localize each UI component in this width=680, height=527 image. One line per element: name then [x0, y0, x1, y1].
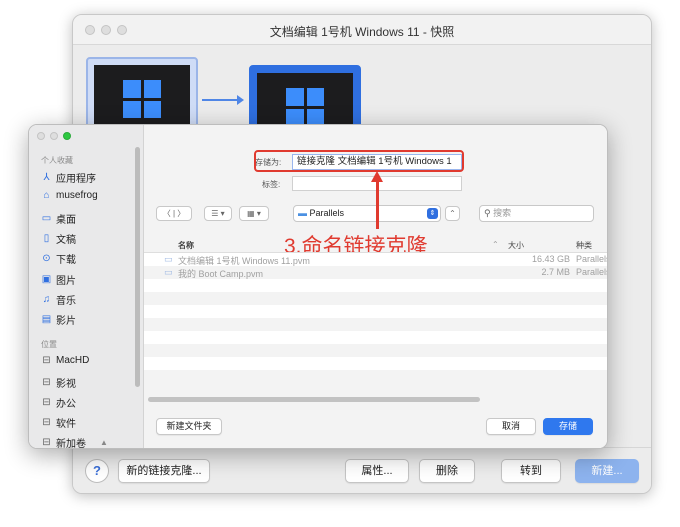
downloads-icon: ⊙	[42, 253, 51, 264]
save-button[interactable]: 存储	[543, 418, 593, 435]
sidebar-item-applications[interactable]: ⅄ 应用程序	[41, 170, 96, 186]
file-list-header: 名称 ⌃ 大小 种类	[144, 235, 607, 253]
search-input[interactable]: ⚲ 搜索	[479, 205, 594, 222]
delete-button[interactable]: 删除	[419, 459, 475, 483]
movies-icon: ▤	[41, 314, 52, 325]
folder-selector[interactable]: ▬ Parallels ⇕	[293, 205, 441, 222]
music-icon: ♫	[42, 294, 51, 305]
folder-icon: ▬	[298, 208, 307, 218]
dialog-window-controls[interactable]	[37, 132, 71, 140]
sidebar-item-home[interactable]: ⌂ musefrog	[41, 190, 97, 201]
new-snapshot-button[interactable]: 新建...	[575, 459, 639, 483]
collapse-button[interactable]: ⌃	[445, 206, 460, 221]
horizontal-scrollbar[interactable]	[148, 397, 480, 402]
table-row[interactable]: ▭ 文档编辑 1号机 Windows 11.pvm 16.43 GB Paral…	[144, 253, 607, 266]
chevron-updown-icon[interactable]: ⇕	[427, 208, 438, 219]
home-icon: ⌂	[43, 190, 50, 201]
search-icon: ⚲	[484, 208, 491, 218]
close-dot[interactable]	[37, 132, 45, 140]
disk-icon: ⊟	[42, 437, 51, 448]
favorites-header: 个人收藏	[41, 156, 73, 165]
sidebar-item-downloads[interactable]: ⊙ 下载	[41, 251, 76, 267]
annotation-arrow-icon	[371, 171, 383, 229]
column-kind[interactable]: 种类	[576, 240, 592, 251]
sidebar-item-music[interactable]: ♫ 音乐	[41, 292, 76, 308]
zoom-dot[interactable]	[63, 132, 71, 140]
tags-label: 标签:	[262, 180, 281, 189]
back-forward-buttons[interactable]: 〈 | 〉	[156, 206, 192, 221]
table-row[interactable]: ▭ 我的 Boot Camp.pvm 2.7 MB Parallels	[144, 266, 607, 279]
sidebar-item-new-volume[interactable]: ⊟ 新加卷 ▲	[41, 435, 108, 449]
disk-icon: ⊟	[42, 417, 51, 428]
desktop-icon: ▭	[41, 213, 52, 224]
sidebar-item-pictures[interactable]: ▣ 图片	[41, 272, 76, 288]
sidebar-scrollbar[interactable]	[135, 147, 140, 387]
list-view-button[interactable]: ☰ ▾	[204, 206, 232, 221]
window-titlebar: 文档编辑 1号机 Windows 11 - 快照	[73, 15, 651, 45]
locations-header: 位置	[41, 340, 57, 349]
snapshot-arrow-icon	[202, 95, 244, 105]
help-button[interactable]: ?	[85, 459, 109, 483]
vm-file-icon: ▭	[164, 254, 173, 264]
windows-logo-icon	[123, 80, 161, 118]
disk-icon: ⊟	[42, 397, 51, 408]
sidebar-item-desktop[interactable]: ▭ 桌面	[41, 211, 76, 227]
documents-icon: ▯	[43, 233, 50, 244]
applications-icon: ⅄	[43, 172, 50, 183]
snapshot-toolbar: ? 新的链接克隆... 属性... 删除 转到 新建...	[73, 447, 651, 493]
group-view-button[interactable]: ▦ ▾	[239, 206, 269, 221]
disk-icon: ⊟	[42, 355, 51, 366]
sidebar-item-machd[interactable]: ⊟ MacHD	[41, 355, 89, 366]
windows-logo-icon	[286, 88, 324, 126]
eject-icon[interactable]: ▲	[100, 438, 108, 447]
new-linked-clone-button[interactable]: 新的链接克隆...	[118, 459, 210, 483]
cancel-button[interactable]: 取消	[486, 418, 536, 435]
annotation-highlight-box	[254, 150, 464, 172]
goto-button[interactable]: 转到	[501, 459, 561, 483]
sidebar-item-office-drive[interactable]: ⊟ 办公	[41, 395, 76, 411]
pictures-icon: ▣	[41, 274, 52, 285]
column-size[interactable]: 大小	[508, 240, 524, 251]
properties-button[interactable]: 属性...	[345, 459, 409, 483]
save-dialog: 个人收藏 ⅄ 应用程序 ⌂ musefrog ▭ 桌面 ▯ 文稿 ⊙ 下载 ▣ 图片 ♫ 音乐…	[28, 124, 608, 449]
vm-file-icon: ▭	[164, 267, 173, 277]
minimize-dot[interactable]	[50, 132, 58, 140]
sidebar-item-documents[interactable]: ▯ 文稿	[41, 231, 76, 247]
column-name[interactable]: 名称	[178, 240, 194, 251]
disk-icon: ⊟	[42, 377, 51, 388]
sidebar-item-movies[interactable]: ▤ 影片	[41, 312, 76, 328]
sidebar: 个人收藏 ⅄ 应用程序 ⌂ musefrog ▭ 桌面 ▯ 文稿 ⊙ 下载 ▣ 图片 ♫ 音乐…	[29, 125, 144, 448]
dialog-main: 存储为: 链接克隆 文档编辑 1号机 Windows 1 标签: 〈 | 〉 ☰…	[144, 125, 607, 448]
sidebar-item-software-drive[interactable]: ⊟ 软件	[41, 415, 76, 431]
sort-chevron-icon[interactable]: ⌃	[492, 240, 499, 249]
file-list: ▭ 文档编辑 1号机 Windows 11.pvm 16.43 GB Paral…	[144, 253, 607, 393]
sidebar-item-video-drive[interactable]: ⊟ 影视	[41, 375, 76, 391]
new-folder-button[interactable]: 新建文件夹	[156, 418, 222, 435]
window-title: 文档编辑 1号机 Windows 11 - 快照	[269, 25, 455, 39]
